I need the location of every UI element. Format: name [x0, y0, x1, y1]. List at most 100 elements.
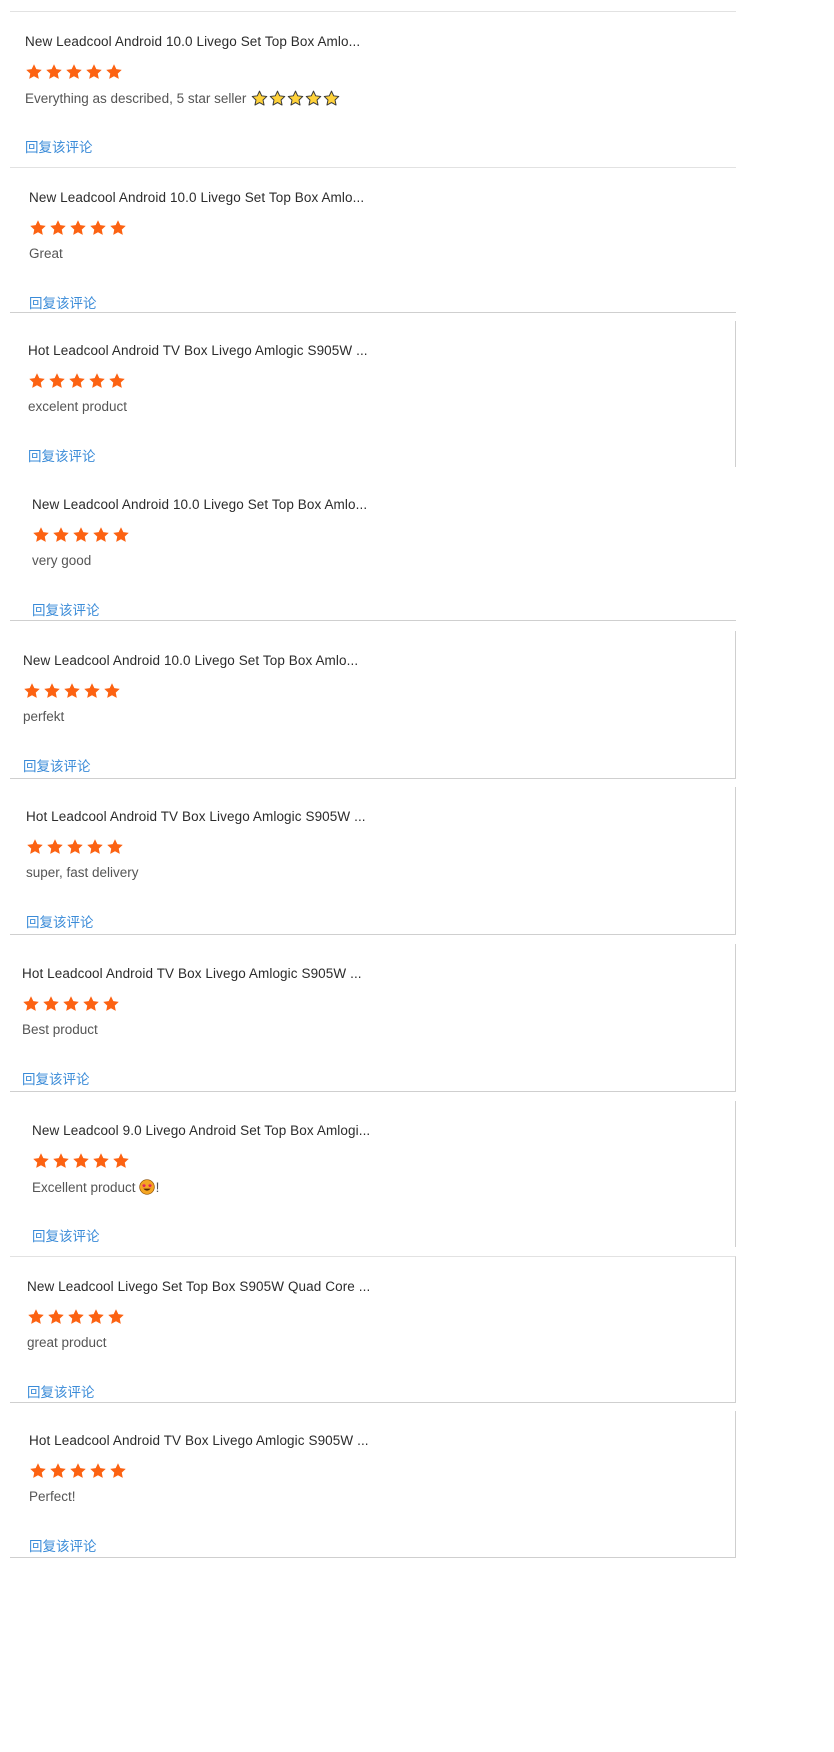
rating-star-icon — [47, 839, 63, 854]
rating-star-icon — [30, 1463, 46, 1478]
review-card: Hot Leadcool Android TV Box Livego Amlog… — [10, 321, 736, 467]
reply-to-review-link[interactable]: 回复该评论 — [28, 445, 96, 465]
rating-star-icon — [66, 64, 82, 79]
reply-to-review-link[interactable]: 回复该评论 — [26, 911, 94, 931]
rating-stars — [23, 682, 121, 700]
rating-star-icon — [113, 527, 129, 542]
review-text-content: excelent product — [28, 399, 128, 414]
review-card: Hot Leadcool Android TV Box Livego Amlog… — [10, 944, 736, 1092]
review-text-content: Perfect! — [29, 1489, 76, 1504]
rating-star-icon — [69, 373, 85, 388]
review-product-title[interactable]: New Leadcool Livego Set Top Box S905W Qu… — [27, 1279, 370, 1294]
review-product-title[interactable]: New Leadcool 9.0 Livego Android Set Top … — [32, 1123, 370, 1138]
rating-star-icon — [30, 220, 46, 235]
review-text: excelent product — [28, 399, 127, 414]
review-text: very good — [32, 553, 91, 568]
review-text: Best product — [22, 1022, 98, 1037]
rating-star-icon — [44, 683, 60, 698]
review-card: New Leadcool Android 10.0 Livego Set Top… — [10, 631, 736, 779]
rating-star-icon — [90, 1463, 106, 1478]
reply-to-review-link[interactable]: 回复该评论 — [29, 292, 97, 312]
review-card: New Leadcool Android 10.0 Livego Set Top… — [10, 11, 736, 167]
review-text: Great — [29, 246, 63, 261]
rating-star-icon — [50, 220, 66, 235]
star-emoji-icon — [252, 90, 268, 106]
reply-to-review-link[interactable]: 回复该评论 — [32, 599, 100, 619]
review-text: Everything as described, 5 star seller — [25, 90, 340, 107]
review-text-content: Great — [29, 246, 63, 261]
rating-star-icon — [49, 373, 65, 388]
review-text: Excellent product! — [32, 1179, 159, 1195]
rating-star-icon — [113, 1153, 129, 1168]
review-text-suffix: ! — [155, 1179, 160, 1195]
rating-star-icon — [46, 64, 62, 79]
star-emoji-icon — [288, 90, 304, 106]
rating-star-icon — [84, 683, 100, 698]
rating-star-icon — [28, 1309, 44, 1324]
rating-star-icon — [73, 527, 89, 542]
review-product-title[interactable]: Hot Leadcool Android TV Box Livego Amlog… — [29, 1433, 369, 1448]
review-product-title[interactable]: Hot Leadcool Android TV Box Livego Amlog… — [28, 343, 368, 358]
review-text-content: Best product — [22, 1022, 98, 1037]
review-text: great product — [27, 1335, 107, 1350]
rating-star-icon — [87, 839, 103, 854]
rating-star-icon — [108, 1309, 124, 1324]
rating-star-icon — [90, 220, 106, 235]
review-text-content: Everything as described, 5 star seller — [25, 91, 247, 106]
rating-stars — [28, 372, 126, 390]
rating-star-icon — [106, 64, 122, 79]
rating-star-icon — [89, 373, 105, 388]
rating-star-icon — [67, 839, 83, 854]
rating-star-icon — [53, 1153, 69, 1168]
rating-star-icon — [73, 1153, 89, 1168]
rating-star-icon — [33, 1153, 49, 1168]
rating-stars — [29, 219, 127, 237]
rating-star-icon — [70, 1463, 86, 1478]
review-card: Hot Leadcool Android TV Box Livego Amlog… — [10, 1411, 736, 1558]
rating-stars — [25, 63, 123, 81]
review-text-content: great product — [27, 1335, 107, 1350]
rating-star-icon — [29, 373, 45, 388]
review-text: Perfect! — [29, 1489, 76, 1504]
rating-star-icon — [83, 996, 99, 1011]
review-product-title[interactable]: New Leadcool Android 10.0 Livego Set Top… — [23, 653, 358, 668]
review-text-content: Excellent product — [32, 1179, 136, 1195]
rating-star-icon — [110, 220, 126, 235]
reply-to-review-link[interactable]: 回复该评论 — [25, 136, 93, 156]
rating-star-icon — [110, 1463, 126, 1478]
review-product-title[interactable]: New Leadcool Android 10.0 Livego Set Top… — [29, 190, 364, 205]
review-text: perfekt — [23, 709, 64, 724]
review-text: super, fast delivery — [26, 865, 139, 880]
rating-star-icon — [53, 527, 69, 542]
rating-stars — [22, 995, 120, 1013]
rating-star-icon — [64, 683, 80, 698]
review-text-content: perfekt — [23, 709, 65, 724]
reply-to-review-link[interactable]: 回复该评论 — [29, 1535, 97, 1555]
review-product-title[interactable]: New Leadcool Android 10.0 Livego Set Top… — [25, 34, 360, 49]
rating-star-icon — [70, 220, 86, 235]
review-product-title[interactable]: Hot Leadcool Android TV Box Livego Amlog… — [22, 966, 362, 981]
star-emoji-icon — [270, 90, 286, 106]
rating-star-icon — [43, 996, 59, 1011]
star-emoji-icon — [324, 90, 340, 106]
reply-to-review-link[interactable]: 回复该评论 — [32, 1225, 100, 1245]
rating-star-icon — [48, 1309, 64, 1324]
rating-star-icon — [23, 996, 39, 1011]
rating-star-icon — [104, 683, 120, 698]
reply-to-review-link[interactable]: 回复该评论 — [23, 755, 91, 775]
rating-star-icon — [86, 64, 102, 79]
rating-stars — [27, 1308, 125, 1326]
star-emoji-icon — [306, 90, 322, 106]
reply-to-review-link[interactable]: 回复该评论 — [27, 1381, 95, 1401]
reply-to-review-link[interactable]: 回复该评论 — [22, 1068, 90, 1088]
review-product-title[interactable]: New Leadcool Android 10.0 Livego Set Top… — [32, 497, 367, 512]
rating-star-icon — [93, 1153, 109, 1168]
review-product-title[interactable]: Hot Leadcool Android TV Box Livego Amlog… — [26, 809, 366, 824]
review-card: New Leadcool Android 10.0 Livego Set Top… — [10, 167, 736, 313]
review-text-content: super, fast delivery — [26, 865, 139, 880]
rating-star-icon — [50, 1463, 66, 1478]
review-card: New Leadcool Livego Set Top Box S905W Qu… — [10, 1256, 736, 1403]
rating-stars — [32, 526, 130, 544]
review-text-content: very good — [32, 553, 92, 568]
review-card: New Leadcool Android 10.0 Livego Set Top… — [10, 475, 736, 621]
